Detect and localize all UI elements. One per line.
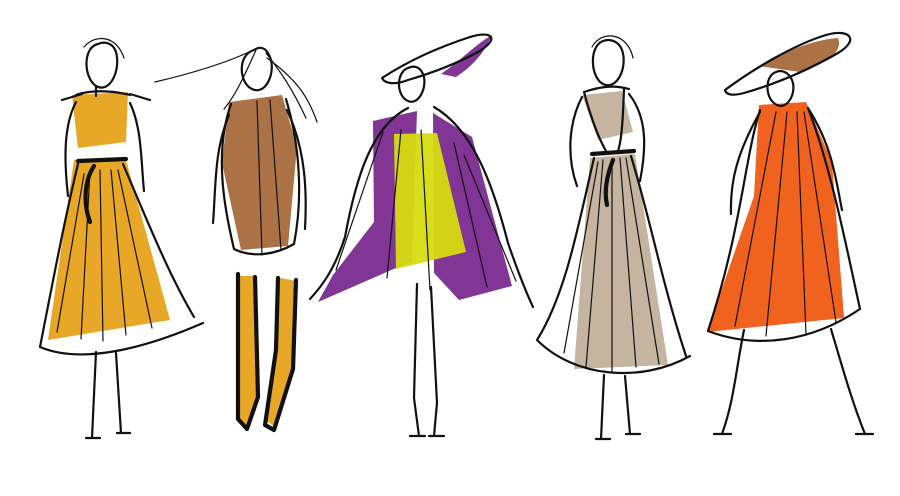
legs — [408, 282, 446, 438]
hair-stroke — [591, 35, 634, 59]
figure-mustard-dress — [38, 37, 205, 440]
head-outline — [766, 69, 795, 107]
legs — [712, 327, 875, 436]
figure-purple-cape — [308, 33, 535, 438]
legs — [594, 373, 642, 441]
taupe-bodice-wash — [582, 91, 633, 140]
head-outline — [397, 65, 426, 103]
figure-brown-coat — [154, 46, 318, 433]
fashion-sketch-svg — [38, 31, 875, 441]
mustard-bodice-wash — [72, 92, 128, 148]
arm-right — [128, 101, 146, 193]
figure-taupe-gown — [535, 35, 692, 441]
head-outline — [591, 38, 625, 87]
brown-hat-wash — [759, 38, 840, 72]
fashion-sketch-illustration — [0, 0, 900, 496]
figure-orange-dress — [706, 31, 875, 436]
legs — [84, 350, 132, 440]
purple-hat-brim-wash — [441, 35, 492, 77]
head-outline — [85, 41, 119, 89]
